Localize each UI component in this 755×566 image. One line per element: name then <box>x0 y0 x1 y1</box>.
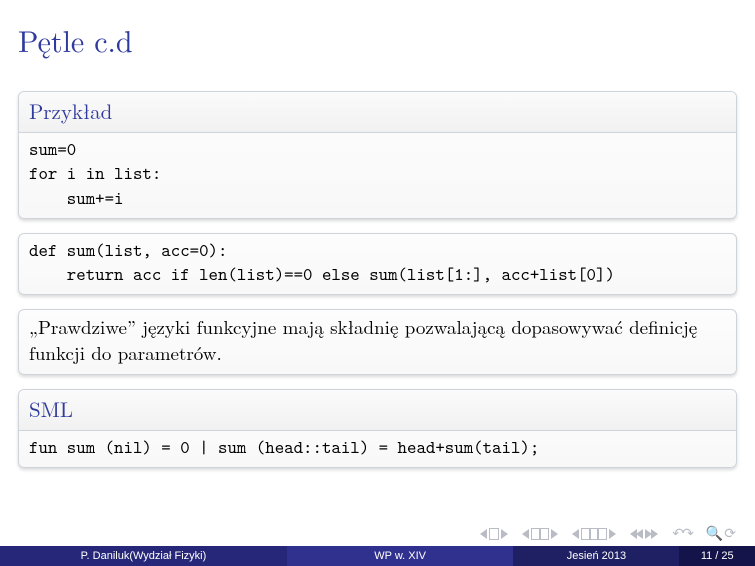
prev-doc-icon-2[interactable] <box>636 529 643 539</box>
section-nav-group <box>572 528 616 540</box>
slide-icon[interactable] <box>489 528 499 540</box>
doc-nav-group <box>630 529 658 539</box>
sml-block-code: fun sum (nil) = 0 | sum (head::tail) = h… <box>19 431 736 467</box>
sml-block: SML fun sum (nil) = 0 | sum (head::tail)… <box>18 389 737 468</box>
prev-section-icon[interactable] <box>572 529 579 539</box>
def-block-code: def sum(list, acc=0): return acc if len(… <box>19 234 736 295</box>
footer-bar: P. Daniluk(Wydział Fizyki) WP w. XIV Jes… <box>0 546 755 566</box>
sml-block-header: SML <box>19 390 736 431</box>
prev-slide-icon[interactable] <box>480 529 487 539</box>
example-block-code: sum=0 for i in list: sum+=i <box>19 133 736 218</box>
slide-nav-group <box>480 528 508 540</box>
search-refresh-icon[interactable]: 🔍⟳ <box>706 525 737 542</box>
beamer-nav-symbols: ↶↷ 🔍⟳ <box>480 525 737 542</box>
footer-author: P. Daniluk(Wydział Fizyki) <box>0 546 287 566</box>
frame-icon-2[interactable] <box>539 528 549 540</box>
text-block-body: „Prawdziwe” języki funkcyjne mają składn… <box>19 310 736 373</box>
footer-date: Jesień 2013 <box>513 546 679 566</box>
back-forward-icon[interactable]: ↶↷ <box>672 525 691 542</box>
slide: Pętle c.d Przykład sum=0 for i in list: … <box>0 0 755 566</box>
next-doc-icon-2[interactable] <box>651 529 658 539</box>
frame-nav-group <box>522 528 558 540</box>
prev-frame-icon[interactable] <box>522 529 529 539</box>
next-frame-icon[interactable] <box>551 529 558 539</box>
section-icon-3[interactable] <box>597 528 607 540</box>
def-block: def sum(list, acc=0): return acc if len(… <box>18 233 737 296</box>
footer-title: WP w. XIV <box>287 546 514 566</box>
page-title: Pętle c.d <box>18 18 737 61</box>
text-block: „Prawdziwe” języki funkcyjne mają składn… <box>18 309 737 374</box>
next-section-icon[interactable] <box>609 529 616 539</box>
next-slide-icon[interactable] <box>501 529 508 539</box>
example-block: Przykład sum=0 for i in list: sum+=i <box>18 91 737 219</box>
footer-page-number: 11 / 25 <box>679 546 755 566</box>
example-block-header: Przykład <box>19 92 736 133</box>
